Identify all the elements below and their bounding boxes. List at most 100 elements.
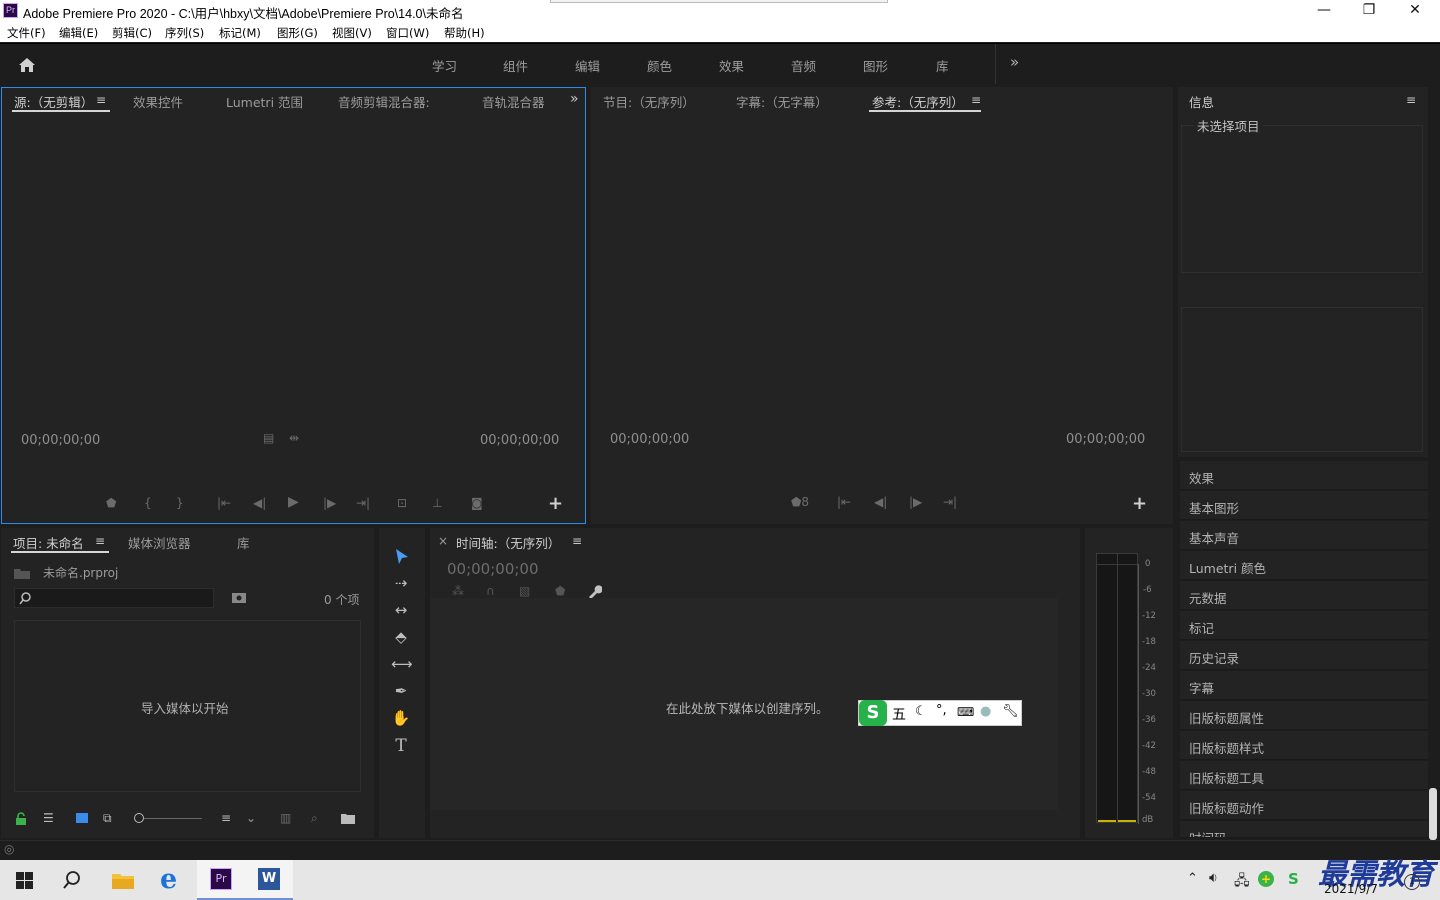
new-search-bin-icon[interactable]	[231, 591, 247, 604]
tab-project[interactable]: 项目: 未命名	[13, 533, 84, 552]
panel-lumetri-color[interactable]: Lumetri 颜色	[1180, 551, 1428, 580]
go-to-out-icon[interactable]: ⇥|	[356, 496, 370, 510]
go-to-in-icon[interactable]: |⇤	[217, 496, 231, 510]
marker-icon[interactable]: ⬟8	[791, 495, 809, 509]
taskbar-premiere-button[interactable]: Pr	[197, 860, 245, 900]
panel-timecode[interactable]: 时间码	[1180, 821, 1428, 838]
mark-out-icon[interactable]: }	[176, 496, 184, 510]
tab-captions[interactable]: 字幕:（无字幕）	[736, 92, 828, 111]
workspace-graphics[interactable]: 图形	[863, 56, 888, 75]
program-panel-menu-icon[interactable]: ≡	[971, 93, 981, 107]
panel-legacy-title-actions[interactable]: 旧版标题动作	[1180, 791, 1428, 820]
add-button-icon[interactable]: +	[548, 493, 563, 514]
track-select-tool-icon[interactable]: ⇢	[391, 573, 411, 593]
freeform-view-icon[interactable]: ⧉	[103, 811, 112, 826]
panel-markers[interactable]: 标记	[1180, 611, 1428, 640]
selection-tool-icon[interactable]	[394, 548, 410, 566]
menu-sequence[interactable]: 序列(S)	[165, 25, 204, 41]
taskbar-date[interactable]: 2021/9/7	[1324, 882, 1378, 896]
menu-marker[interactable]: 标记(M)	[219, 25, 261, 41]
source-timecode-current[interactable]: 00;00;00;00	[21, 433, 100, 448]
project-drop-zone[interactable]: 导入媒体以开始	[14, 620, 361, 792]
notification-count[interactable]: 1	[1404, 874, 1420, 890]
step-forward-icon[interactable]: |▶	[909, 495, 922, 509]
workspace-effects[interactable]: 效果	[719, 56, 744, 75]
windows-start-icon[interactable]	[16, 872, 33, 889]
sort-icon[interactable]: ≡	[221, 811, 231, 825]
new-bin-icon[interactable]	[341, 812, 355, 824]
minimize-button[interactable]: —	[1301, 0, 1347, 22]
project-panel-menu-icon[interactable]: ≡	[95, 534, 105, 548]
workspace-color[interactable]: 颜色	[647, 56, 672, 75]
close-button[interactable]: ✕	[1392, 0, 1438, 22]
panel-legacy-title-styles[interactable]: 旧版标题样式	[1180, 731, 1428, 760]
panel-legacy-title-properties[interactable]: 旧版标题属性	[1180, 701, 1428, 730]
linked-selection-icon[interactable]: ▧	[519, 584, 530, 598]
go-to-in-icon[interactable]: |⇤	[837, 495, 851, 509]
file-explorer-icon[interactable]	[111, 870, 135, 890]
close-tab-icon[interactable]: ×	[438, 534, 448, 548]
program-timecode-current[interactable]: 00;00;00;00	[610, 432, 689, 447]
panel-effects[interactable]: 效果	[1180, 461, 1428, 490]
add-marker-icon[interactable]: ⬟	[555, 584, 565, 598]
workspace-assembly[interactable]: 组件	[503, 56, 528, 75]
menu-edit[interactable]: 编辑(E)	[59, 25, 98, 41]
panel-history[interactable]: 历史记录	[1180, 641, 1428, 670]
panel-metadata[interactable]: 元数据	[1180, 581, 1428, 610]
ime-toolbar[interactable]: S 五 ☾ °, ⌨ ● 🔧︎	[858, 700, 1022, 726]
panel-captions[interactable]: 字幕	[1180, 671, 1428, 700]
pen-tool-icon[interactable]: ✒	[391, 681, 411, 701]
edge-browser-icon[interactable]: e	[160, 864, 177, 895]
project-search-input[interactable]	[14, 588, 214, 608]
add-button-icon[interactable]: +	[1132, 493, 1147, 514]
tab-audio-clip-mixer[interactable]: 音频剪辑混合器:	[338, 92, 430, 111]
menu-clip[interactable]: 剪辑(C)	[112, 25, 152, 41]
search-icon[interactable]	[62, 870, 82, 890]
tab-libraries[interactable]: 库	[237, 533, 250, 552]
panel-legacy-title-tools[interactable]: 旧版标题工具	[1180, 761, 1428, 790]
step-back-icon[interactable]: ◀|	[253, 496, 266, 510]
list-view-icon[interactable]: ☰	[43, 811, 54, 825]
info-panel-title[interactable]: 信息	[1189, 92, 1214, 111]
find-icon[interactable]: ⌕	[311, 811, 318, 826]
ripple-edit-tool-icon[interactable]: ↔	[391, 600, 411, 620]
lock-icon[interactable]	[15, 812, 27, 826]
menu-window[interactable]: 窗口(W)	[386, 25, 429, 41]
tab-timeline[interactable]: 时间轴:（无序列）	[456, 533, 560, 552]
type-tool-icon[interactable]: T	[391, 736, 411, 756]
source-panel-menu-icon[interactable]: ≡	[96, 93, 106, 107]
panel-essential-graphics[interactable]: 基本图形	[1180, 491, 1428, 520]
sogou-ime-tray-icon[interactable]: S	[1288, 870, 1299, 888]
chevron-down-icon[interactable]: ⌄	[246, 811, 256, 825]
ime-mode-label[interactable]: 五	[892, 704, 906, 724]
overwrite-icon[interactable]: ⊥	[432, 496, 442, 510]
go-to-out-icon[interactable]: ⇥|	[943, 495, 957, 509]
drag-audio-icon[interactable]: ⇹	[289, 431, 299, 445]
panel-essential-sound[interactable]: 基本声音	[1180, 521, 1428, 550]
tab-lumetri-scopes[interactable]: Lumetri 范围	[226, 92, 303, 111]
icon-view-icon[interactable]	[76, 813, 88, 823]
security-tray-icon[interactable]: +	[1258, 871, 1274, 887]
workspace-overflow-icon[interactable]: »	[1010, 53, 1019, 71]
automate-to-sequence-icon[interactable]: ▥	[280, 811, 291, 825]
workspace-audio[interactable]: 音频	[791, 56, 816, 75]
keyboard-icon[interactable]: ⌨	[957, 705, 974, 719]
snap-icon[interactable]: ∩	[486, 584, 495, 598]
tab-source[interactable]: 源:（无剪辑）	[14, 92, 93, 111]
zoom-slider-track[interactable]	[144, 818, 202, 819]
add-marker-icon[interactable]: ⬟	[106, 496, 116, 510]
workspace-editing[interactable]: 编辑	[575, 56, 600, 75]
background-tasks-icon[interactable]: ◎	[4, 842, 14, 856]
home-icon[interactable]	[16, 54, 38, 76]
camera-icon[interactable]: ◙	[471, 496, 483, 510]
drag-video-icon[interactable]: ▤	[263, 431, 274, 445]
tab-audio-track-mixer[interactable]: 音轨混合器	[482, 92, 545, 111]
slip-tool-icon[interactable]: ⟷	[391, 654, 413, 674]
insert-icon[interactable]: ⊡	[397, 496, 407, 510]
punctuation-icon[interactable]: °,	[936, 703, 947, 718]
tab-media-browser[interactable]: 媒体浏览器	[128, 533, 191, 552]
menu-graphics[interactable]: 图形(G)	[277, 25, 318, 41]
mark-in-icon[interactable]: {	[144, 496, 152, 510]
wrench-icon[interactable]: 🔧︎	[1002, 704, 1019, 719]
play-icon[interactable]: ▶	[288, 494, 299, 510]
